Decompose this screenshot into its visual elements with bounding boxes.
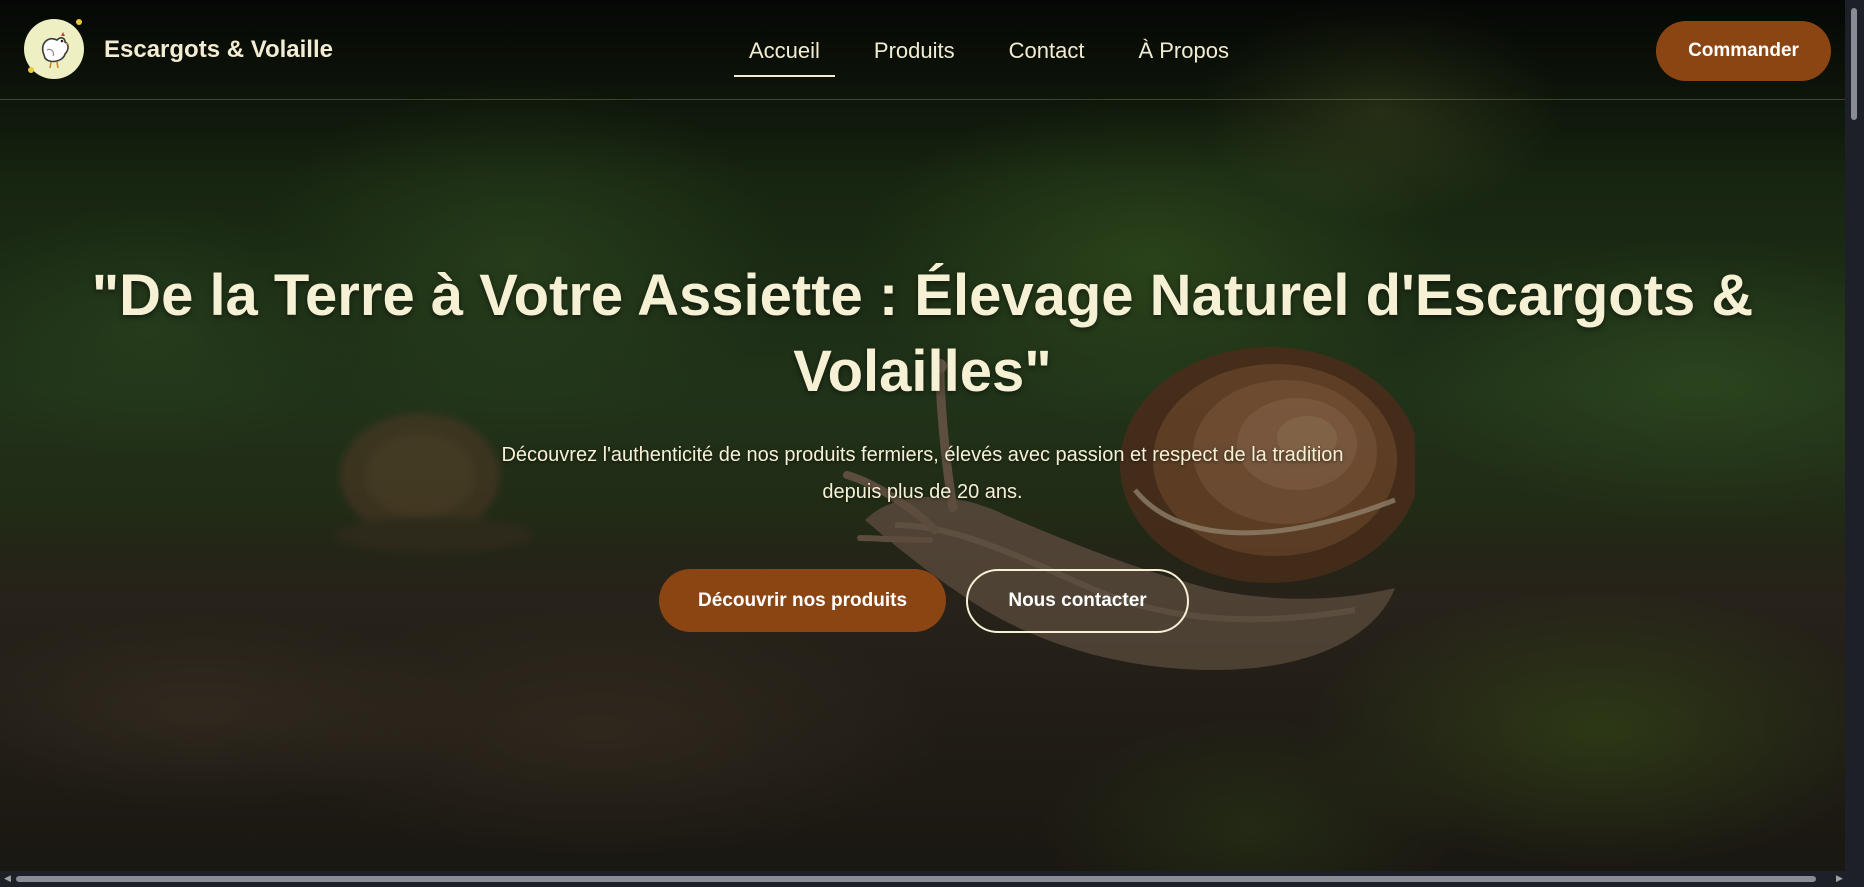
logo-dot [28,67,34,73]
scroll-left-arrow-icon[interactable]: ◀ [4,874,11,884]
horizontal-scrollbar[interactable]: ◀ ▶ [0,871,1864,887]
nav-item-produits[interactable]: Produits [859,38,970,64]
site-header: Escargots & Volaille Accueil Produits Co… [0,0,1845,100]
browser-viewport: Escargots & Volaille Accueil Produits Co… [0,0,1864,887]
order-button[interactable]: Commander [1656,21,1831,81]
scroll-right-arrow-icon[interactable]: ▶ [1836,874,1843,884]
nav-item-contact[interactable]: Contact [994,38,1100,64]
contact-us-button[interactable]: Nous contacter [966,569,1189,633]
nav-item-a-propos[interactable]: À Propos [1123,38,1244,64]
logo[interactable] [24,19,84,79]
nav-item-accueil[interactable]: Accueil [734,38,835,77]
horizontal-scrollbar-thumb[interactable] [16,876,1816,882]
hero-overlay [0,0,1845,871]
vertical-scrollbar-thumb[interactable] [1851,8,1857,120]
hero-title: "De la Terre à Votre Assiette : Élevage … [91,263,1754,404]
discover-products-button[interactable]: Découvrir nos produits [659,569,946,632]
logo-dot [76,19,82,25]
hero-subtitle: Découvrez l'authenticité de nos produits… [501,444,1344,503]
chicken-icon [41,32,70,69]
brand-name[interactable]: Escargots & Volaille [104,36,333,64]
vertical-scrollbar[interactable] [1845,0,1864,871]
main-nav: Accueil Produits Contact À Propos [734,0,1268,99]
